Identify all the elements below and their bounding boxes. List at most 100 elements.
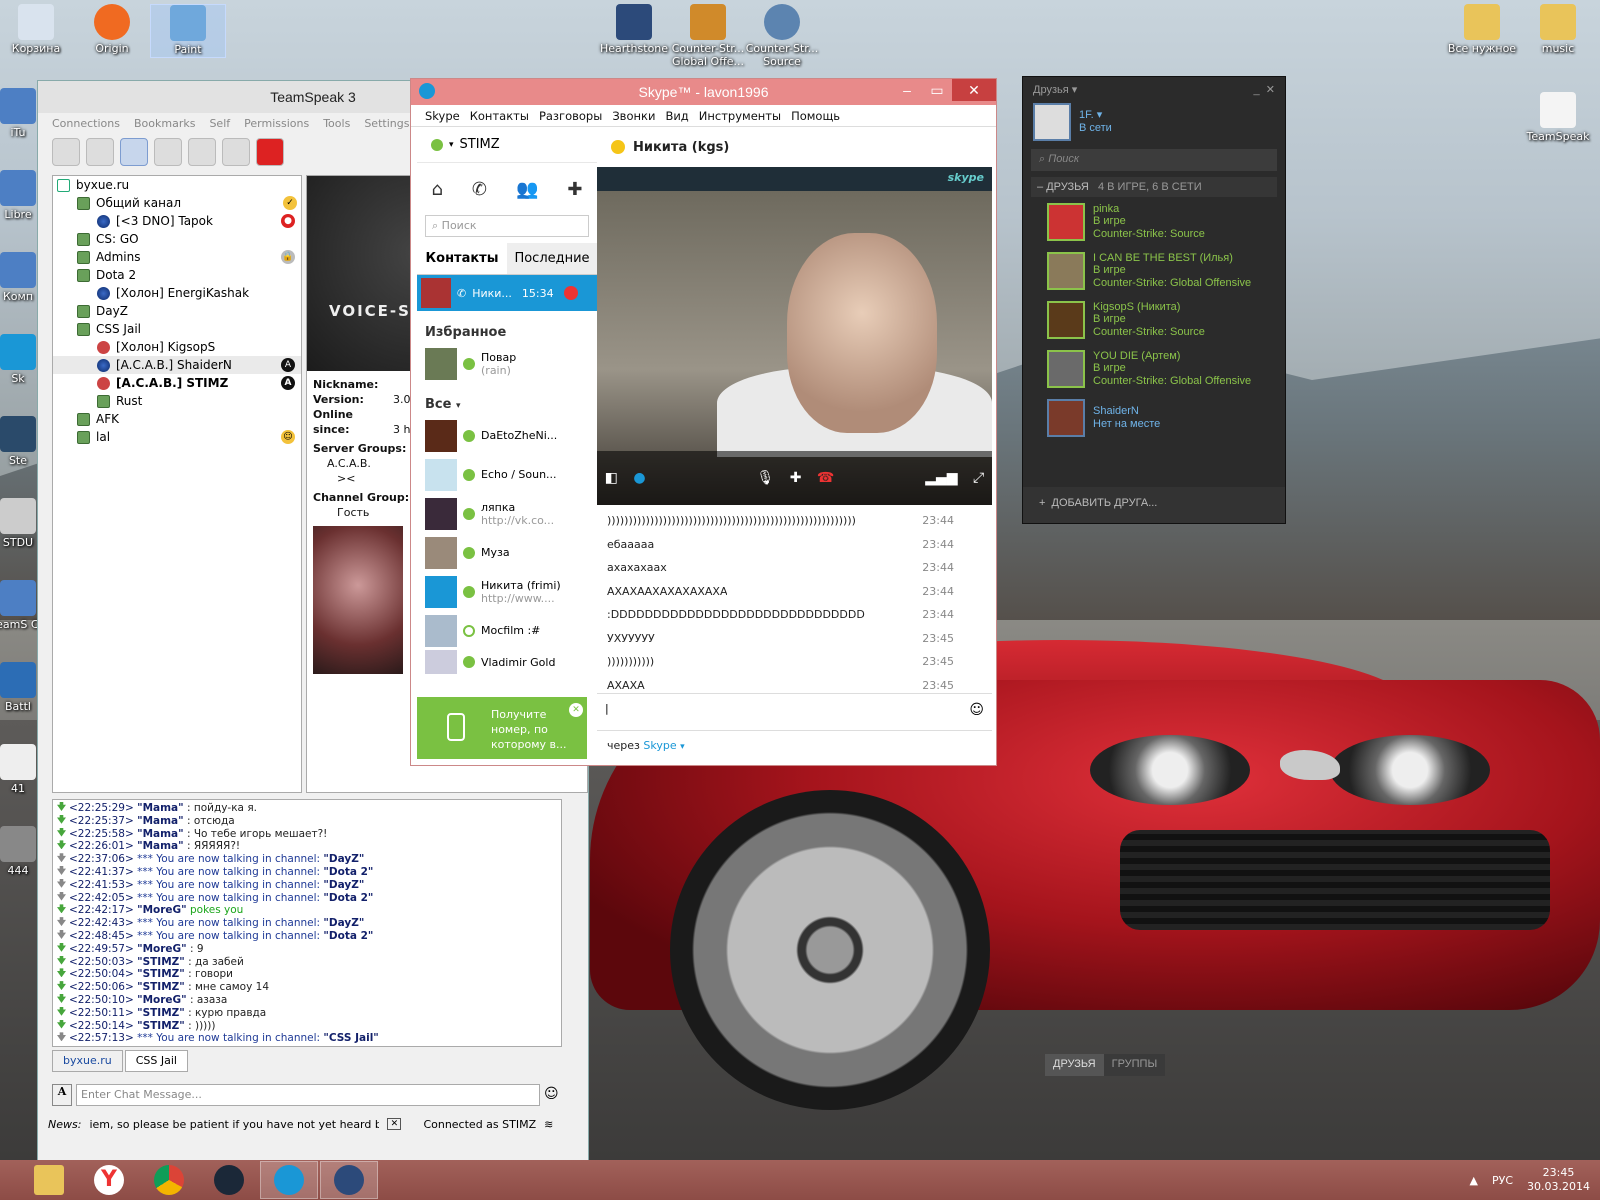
taskbar-steam[interactable] — [200, 1161, 258, 1199]
contact-row[interactable]: Муза — [417, 533, 597, 572]
sidebar-toggle-icon[interactable]: ◧ — [605, 470, 618, 486]
subscribe-icon[interactable] — [188, 138, 216, 166]
emoticon-icon[interactable]: ☺ — [969, 702, 984, 718]
tree-channel[interactable]: Rust — [53, 392, 301, 410]
fullscreen-icon[interactable]: ⤢ — [973, 470, 984, 486]
tree-user[interactable]: [A.C.A.B.] ShaiderN A — [53, 356, 301, 374]
contact-row[interactable]: Никита (frimi) http://www.... — [417, 572, 597, 611]
menu-self[interactable]: Self — [209, 113, 230, 135]
tree-channel[interactable]: lal ☺ — [53, 428, 301, 446]
promo-banner[interactable]: Получите номер, по которому в... ✕ — [417, 697, 587, 759]
desktop-icon-origin[interactable]: Origin — [74, 4, 150, 55]
tree-channel[interactable]: AFK — [53, 410, 301, 428]
desktop-icon-teamspeak-file[interactable]: TeamSpeak — [1520, 92, 1596, 143]
tab-channel[interactable]: CSS Jail — [124, 1050, 188, 1072]
message-compose-input[interactable]: ☺ | — [597, 693, 992, 731]
minimize-icon[interactable]: _ — [1254, 84, 1260, 96]
chat-input[interactable]: Enter Chat Message... — [76, 1084, 540, 1106]
tab-server[interactable]: byxue.ru — [52, 1050, 123, 1072]
close-icon[interactable]: ✕ — [1266, 84, 1275, 96]
tree-server[interactable]: byxue.ru — [53, 176, 301, 194]
desktop-icon-css[interactable]: Counter-Str... Source — [744, 4, 820, 68]
language-indicator[interactable]: РУС — [1492, 1174, 1513, 1187]
all-contacts-header[interactable]: Все ▾ — [417, 383, 597, 416]
close-icon[interactable]: ✕ — [952, 79, 996, 101]
friends-section-header[interactable]: – ДРУЗЬЯ 4 В ИГРЕ, 6 В СЕТИ — [1031, 177, 1277, 197]
menu-conversations[interactable]: Разговоры — [539, 105, 602, 126]
contact-row[interactable]: Vladimir Gold — [417, 650, 597, 674]
clock[interactable]: 23:45 30.03.2014 — [1527, 1166, 1590, 1194]
contacts-icon[interactable] — [222, 138, 250, 166]
menu-tools[interactable]: Tools — [323, 113, 350, 135]
home-icon[interactable]: ⌂ — [431, 179, 442, 200]
desktop-icon-recycle-bin[interactable]: Корзина — [0, 4, 74, 55]
menu-view[interactable]: Вид — [665, 105, 688, 126]
tree-channel[interactable]: CSS Jail — [53, 320, 301, 338]
friend-row[interactable]: I CAN BE THE BEST (Илья) В игре Counter-St… — [1023, 246, 1285, 295]
tree-user[interactable]: [Холон] KigsopS — [53, 338, 301, 356]
tray-expand-icon[interactable]: ▲ — [1470, 1174, 1478, 1187]
taskbar-skype[interactable] — [260, 1161, 318, 1199]
mute-microphone-icon[interactable] — [120, 138, 148, 166]
active-call-row[interactable]: ✆ Ники... 15:34 — [417, 275, 597, 311]
end-call-icon[interactable]: ☎ — [817, 470, 834, 486]
tree-user[interactable]: [Холон] EnergiKashak — [53, 284, 301, 302]
contact-row[interactable]: ляпка http://vk.co... — [417, 494, 597, 533]
menu-calls[interactable]: Звонки — [612, 105, 655, 126]
tree-user-self[interactable]: [A.C.A.B.] STIMZ A — [53, 374, 301, 392]
add-friend-button[interactable]: + ДОБАВИТЬ ДРУГА... — [1023, 487, 1285, 523]
contact-row[interactable]: DaEtoZheNi... — [417, 416, 597, 455]
mute-speakers-icon[interactable] — [154, 138, 182, 166]
group-icon[interactable]: 👥 — [516, 179, 538, 200]
tab-groups[interactable]: ГРУППЫ — [1103, 1054, 1166, 1076]
tab-contacts[interactable]: Контакты — [417, 243, 507, 274]
menu-permissions[interactable]: Permissions — [244, 113, 309, 135]
chat-bubble-icon[interactable]: ● — [633, 470, 645, 486]
menu-skype[interactable]: Skype — [425, 105, 460, 126]
my-status[interactable]: ▾ STIMZ — [417, 127, 597, 163]
friend-row[interactable]: pinka В игре Counter-Strike: Source — [1023, 197, 1285, 246]
desktop-icon-folder[interactable]: Все нужное — [1444, 4, 1520, 55]
desktop-icon-csgo[interactable]: Counter-Str... Global Offe... — [670, 4, 746, 68]
menu-tools[interactable]: Инструменты — [699, 105, 781, 126]
tree-channel[interactable]: Dota 2 — [53, 266, 301, 284]
friend-row[interactable]: YOU DIE (Артем) В игре Counter-Strike: Glo… — [1023, 344, 1285, 393]
menu-settings[interactable]: Settings — [364, 113, 409, 135]
phone-icon[interactable]: ✆ — [472, 179, 487, 200]
my-profile[interactable]: 1F. ▾ В сети — [1023, 101, 1285, 143]
microphone-icon[interactable]: 🎙 — [756, 470, 774, 486]
contact-search-input[interactable]: ⌕ Поиск — [425, 215, 589, 237]
contact-row[interactable]: Mocfilm :# — [417, 611, 597, 650]
desktop-icon-paint[interactable]: Paint — [150, 4, 226, 58]
tree-channel[interactable]: Общий канал ✓ — [53, 194, 301, 212]
hangup-icon[interactable] — [563, 286, 578, 300]
menu-connections[interactable]: Connections — [52, 113, 120, 135]
menu-bookmarks[interactable]: Bookmarks — [134, 113, 195, 135]
emoticon-icon[interactable]: ☺ — [544, 1086, 559, 1102]
tab-recent[interactable]: Последние — [507, 243, 597, 274]
desktop-icon-music[interactable]: music — [1520, 4, 1596, 55]
maximize-icon[interactable]: ▭ — [922, 79, 952, 101]
taskbar-teamspeak[interactable] — [320, 1161, 378, 1199]
menu-help[interactable]: Помощь — [791, 105, 840, 126]
minimize-icon[interactable]: – — [892, 79, 922, 101]
tree-channel[interactable]: Admins 🔒 — [53, 248, 301, 266]
send-via[interactable]: через Skype ▾ — [597, 731, 992, 760]
desktop-icon-hearthstone[interactable]: Hearthstone — [596, 4, 672, 55]
taskbar-yandex[interactable]: Y — [80, 1161, 138, 1199]
close-promo-icon[interactable]: ✕ — [569, 703, 583, 717]
friend-row[interactable]: ShaiderN Нет на месте — [1023, 393, 1285, 442]
connect-icon[interactable] — [52, 138, 80, 166]
add-contact-icon[interactable]: ✚ — [567, 179, 582, 200]
friends-search-input[interactable]: ⌕ Поиск — [1031, 149, 1277, 171]
avatar-icon[interactable] — [256, 138, 284, 166]
contact-row[interactable]: Повар (rain) — [417, 344, 597, 383]
add-icon[interactable]: ✚ — [790, 470, 802, 486]
contact-row[interactable]: Echo / Soun... — [417, 455, 597, 494]
taskbar-explorer[interactable] — [20, 1161, 78, 1199]
tab-friends[interactable]: ДРУЗЬЯ — [1045, 1054, 1104, 1076]
video-call[interactable]: skype ◧ ● 🎙 ✚ ☎ ▂▄▆ ⤢ — [597, 167, 992, 505]
text-format-icon[interactable]: A — [52, 1084, 72, 1106]
taskbar-chrome[interactable] — [140, 1161, 198, 1199]
tree-channel[interactable]: CS: GO — [53, 230, 301, 248]
